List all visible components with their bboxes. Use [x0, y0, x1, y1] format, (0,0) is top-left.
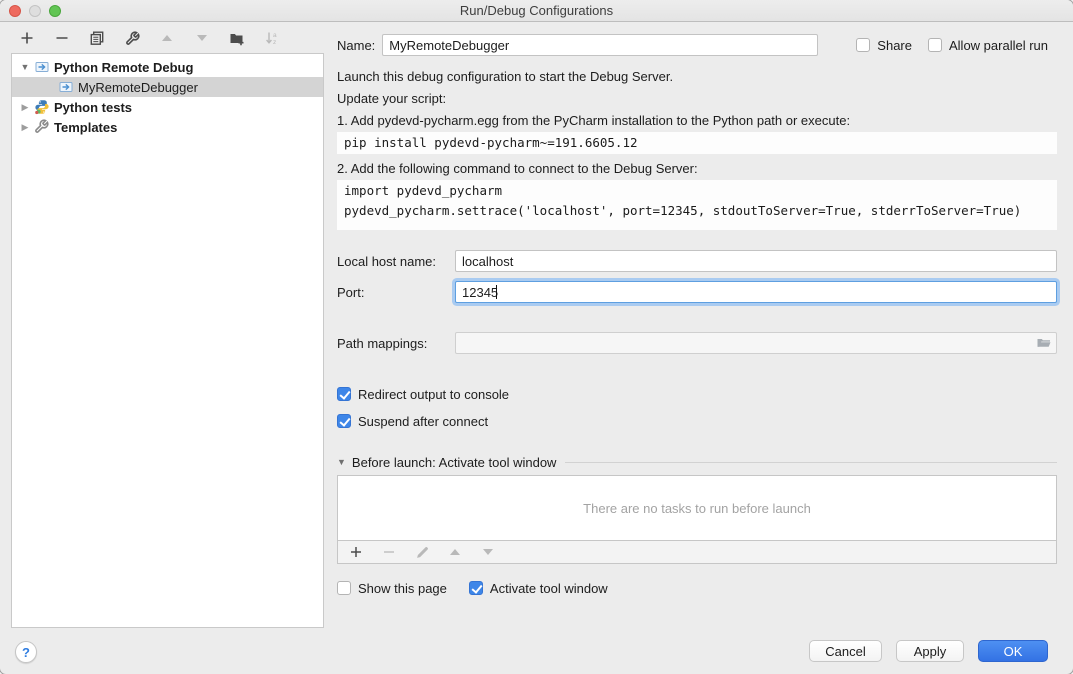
settrace-code-line1: import pydevd_pycharm — [344, 181, 1050, 201]
apply-button[interactable]: Apply — [896, 640, 964, 662]
intro-text: Launch this debug configuration to start… — [337, 68, 1057, 86]
edit-task-icon — [414, 544, 430, 560]
tree-item-python-tests[interactable]: ▶ Python tests — [12, 97, 323, 117]
configuration-editor: Name: Share Allow parallel run Launch th… — [325, 23, 1073, 674]
add-task-icon[interactable] — [348, 544, 364, 560]
show-this-page-checkbox[interactable] — [337, 581, 351, 595]
configurations-tree: ▼ Python Remote Debug MyRemoteDebugger ▶ — [11, 53, 324, 628]
window-title: Run/Debug Configurations — [0, 0, 1073, 22]
remote-debug-config-icon — [34, 59, 50, 75]
settrace-code-line2: pydevd_pycharm.settrace('localhost', por… — [344, 201, 1050, 221]
redirect-output-label: Redirect output to console — [358, 387, 509, 402]
name-input[interactable] — [382, 34, 818, 56]
port-row: Port: — [337, 281, 1057, 303]
activate-tool-window-row[interactable]: Activate tool window — [469, 580, 608, 596]
allow-parallel-run-checkbox-row[interactable]: Allow parallel run — [928, 37, 1048, 53]
pip-install-code: pip install pydevd-pycharm~=191.6605.12 — [337, 132, 1057, 154]
sidebar-toolbar: az — [0, 23, 325, 53]
tree-item-label: Python tests — [54, 100, 132, 115]
suspend-after-connect-row[interactable]: Suspend after connect — [337, 413, 1057, 429]
chevron-down-icon[interactable]: ▼ — [337, 457, 346, 467]
text-caret — [496, 285, 497, 299]
help-button[interactable]: ? — [15, 641, 37, 663]
before-launch-header[interactable]: ▼ Before launch: Activate tool window — [337, 455, 1057, 469]
remote-debug-config-icon — [58, 79, 74, 95]
templates-wrench-icon — [34, 119, 50, 135]
path-mappings-label: Path mappings: — [337, 336, 455, 351]
browse-folder-icon[interactable] — [1036, 335, 1052, 351]
empty-tasks-message: There are no tasks to run before launch — [583, 501, 811, 516]
show-this-page-row[interactable]: Show this page — [337, 580, 447, 596]
local-host-input[interactable] — [455, 250, 1057, 272]
port-label: Port: — [337, 285, 455, 300]
path-mappings-input[interactable] — [455, 332, 1057, 354]
ok-button[interactable]: OK — [978, 640, 1048, 662]
step1-text: 1. Add pydevd-pycharm.egg from the PyCha… — [337, 112, 1057, 130]
python-tests-icon — [34, 99, 50, 115]
help-question-icon: ? — [22, 645, 30, 660]
before-launch-toolbar — [337, 541, 1057, 564]
share-label: Share — [877, 38, 912, 53]
name-label: Name: — [337, 38, 375, 53]
configurations-sidebar: az ▼ Python Remote Debug MyRemoteDebugge… — [0, 23, 325, 674]
tree-item-templates[interactable]: ▶ Templates — [12, 117, 323, 137]
activate-tool-window-checkbox[interactable] — [469, 581, 483, 595]
edit-templates-icon[interactable] — [124, 30, 140, 46]
settrace-code: import pydevd_pycharm pydevd_pycharm.set… — [337, 180, 1057, 230]
remove-configuration-icon[interactable] — [54, 30, 70, 46]
local-host-row: Local host name: — [337, 250, 1057, 272]
step2-text: 2. Add the following command to connect … — [337, 160, 1057, 178]
activate-tool-window-label: Activate tool window — [490, 581, 608, 596]
update-script-text: Update your script: — [337, 90, 1057, 108]
redirect-output-row[interactable]: Redirect output to console — [337, 386, 1057, 402]
chevron-right-icon[interactable]: ▶ — [20, 122, 30, 133]
move-up-icon — [159, 30, 175, 46]
move-task-down-icon — [480, 544, 496, 560]
page-options-row: Show this page Activate tool window — [337, 580, 1057, 596]
suspend-after-connect-label: Suspend after connect — [358, 414, 488, 429]
move-task-up-icon — [447, 544, 463, 560]
allow-parallel-run-label: Allow parallel run — [949, 38, 1048, 53]
tree-item-python-remote-debug[interactable]: ▼ Python Remote Debug — [12, 57, 323, 77]
show-this-page-label: Show this page — [358, 581, 447, 596]
dialog-buttons: Cancel Apply OK — [809, 640, 1048, 662]
copy-configuration-icon[interactable] — [89, 30, 105, 46]
chevron-down-icon[interactable]: ▼ — [20, 62, 30, 72]
suspend-after-connect-checkbox[interactable] — [337, 414, 351, 428]
tree-item-label: Python Remote Debug — [54, 60, 193, 75]
name-row: Name: Share Allow parallel run — [337, 34, 1057, 56]
remove-task-icon — [381, 544, 397, 560]
add-configuration-icon[interactable] — [19, 30, 35, 46]
port-input[interactable] — [455, 281, 1057, 303]
new-folder-icon[interactable] — [229, 30, 245, 46]
section-divider — [565, 462, 1057, 463]
sort-configurations-icon: az — [264, 30, 280, 46]
share-checkbox-row[interactable]: Share — [856, 37, 912, 53]
chevron-right-icon[interactable]: ▶ — [20, 102, 30, 113]
run-debug-configurations-dialog: Run/Debug Configurations az — [0, 0, 1073, 674]
title-bar: Run/Debug Configurations — [0, 0, 1073, 22]
svg-text:z: z — [273, 39, 276, 45]
move-down-icon — [194, 30, 210, 46]
cancel-button[interactable]: Cancel — [809, 640, 882, 662]
redirect-output-checkbox[interactable] — [337, 387, 351, 401]
share-checkbox[interactable] — [856, 38, 870, 52]
tree-item-label: Templates — [54, 120, 117, 135]
allow-parallel-run-checkbox[interactable] — [928, 38, 942, 52]
before-launch-title: Before launch: Activate tool window — [352, 455, 557, 470]
local-host-label: Local host name: — [337, 254, 455, 269]
tree-item-label: MyRemoteDebugger — [78, 80, 198, 95]
before-launch-task-list: There are no tasks to run before launch — [337, 475, 1057, 541]
svg-text:a: a — [273, 32, 277, 39]
tree-item-myremotedebugger[interactable]: MyRemoteDebugger — [12, 77, 323, 97]
path-mappings-row: Path mappings: — [337, 332, 1057, 354]
